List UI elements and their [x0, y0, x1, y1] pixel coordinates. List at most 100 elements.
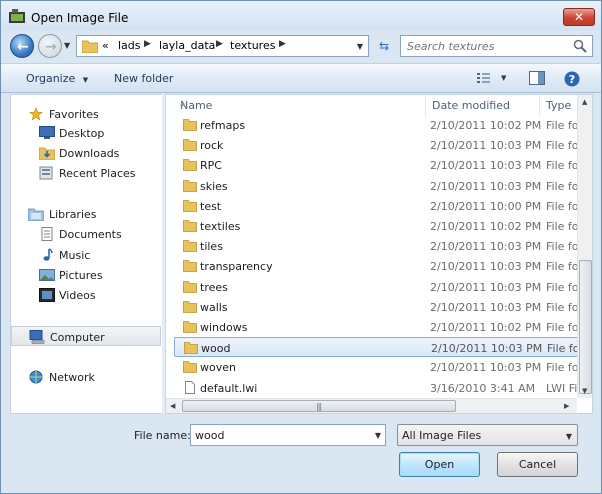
forward-arrow-icon: →: [45, 39, 57, 55]
documents-icon: [41, 227, 53, 241]
folder-icon: [183, 361, 197, 373]
nav-libraries[interactable]: Libraries: [11, 204, 161, 224]
file-row[interactable]: windows2/10/2011 10:02 PMFile folder: [174, 317, 592, 337]
desktop-icon: [39, 126, 55, 139]
nav-label: Desktop: [59, 127, 105, 140]
scroll-left-icon[interactable]: ◀: [170, 402, 175, 410]
breadcrumb-lads[interactable]: lads: [118, 39, 141, 52]
search-input[interactable]: [407, 38, 567, 54]
search-icon: [573, 39, 587, 53]
nav-documents[interactable]: Documents: [11, 224, 161, 244]
nav-label: Music: [59, 249, 91, 262]
file-name-combo[interactable]: ▼: [190, 424, 386, 446]
nav-label: Libraries: [49, 208, 97, 221]
file-row-selected[interactable]: wood2/10/2011 10:03 PMFile folder: [174, 337, 592, 357]
downloads-folder-icon: [39, 147, 55, 160]
app-icon: [9, 9, 25, 23]
nav-label: Network: [49, 371, 95, 384]
star-icon: [29, 107, 43, 121]
file-date: 2/10/2011 10:03 PM: [430, 139, 542, 152]
vertical-scroll-thumb[interactable]: [579, 260, 592, 394]
column-header-type[interactable]: Type: [540, 95, 580, 117]
chevron-down-icon[interactable]: ▼: [357, 42, 363, 51]
nav-desktop[interactable]: Desktop: [11, 123, 161, 143]
breadcrumb-textures[interactable]: textures: [230, 39, 275, 52]
column-header-name[interactable]: Name ▲: [174, 95, 426, 117]
nav-network[interactable]: Network: [11, 367, 161, 387]
nav-recent-places[interactable]: Recent Places: [11, 163, 161, 183]
title-bar[interactable]: Open Image File ✕: [1, 1, 601, 31]
file-name-input[interactable]: [195, 428, 355, 443]
file-row[interactable]: tiles2/10/2011 10:03 PMFile folder: [174, 236, 592, 256]
file-row[interactable]: rock2/10/2011 10:03 PMFile folder: [174, 135, 592, 155]
nav-music[interactable]: Music: [11, 245, 161, 265]
open-button[interactable]: Open: [399, 452, 480, 477]
file-row[interactable]: woven2/10/2011 10:03 PMFile folder: [174, 357, 592, 377]
chevron-down-icon[interactable]: ▼: [501, 74, 506, 82]
chevron-down-icon: ▼: [565, 432, 572, 441]
network-icon: [29, 370, 43, 384]
breadcrumb-overflow[interactable]: «: [102, 39, 109, 52]
file-date: 2/10/2011 10:03 PM: [430, 260, 542, 273]
file-type-filter[interactable]: All Image Files ▼: [397, 424, 578, 446]
back-button[interactable]: ←: [10, 34, 34, 58]
nav-computer[interactable]: Computer: [11, 326, 161, 346]
file-row[interactable]: RPC2/10/2011 10:03 PMFile folder: [174, 155, 592, 175]
computer-icon: [29, 330, 45, 344]
nav-pictures[interactable]: Pictures: [11, 265, 161, 285]
nav-favorites[interactable]: Favorites: [11, 104, 161, 124]
search-box[interactable]: [400, 35, 593, 57]
scroll-up-icon[interactable]: ▲: [582, 98, 587, 106]
close-button[interactable]: ✕: [563, 8, 595, 26]
forward-button[interactable]: →: [38, 34, 62, 58]
chevron-down-icon[interactable]: ▼: [375, 431, 381, 440]
vertical-scrollbar[interactable]: ▲ ▼: [577, 95, 592, 398]
file-row[interactable]: skies2/10/2011 10:03 PMFile folder: [174, 176, 592, 196]
nav-label: Videos: [59, 289, 96, 302]
folder-icon: [183, 139, 197, 151]
file-row[interactable]: transparency2/10/2011 10:03 PMFile folde…: [174, 256, 592, 276]
organize-menu[interactable]: Organize ▼: [26, 72, 88, 85]
file-row[interactable]: trees2/10/2011 10:03 PMFile folder: [174, 277, 592, 297]
folder-icon: [183, 159, 197, 171]
new-folder-button[interactable]: New folder: [114, 72, 173, 85]
scroll-down-icon[interactable]: ▼: [582, 387, 587, 395]
horizontal-scrollbar[interactable]: ◀ ||| ▶: [166, 398, 577, 413]
help-icon[interactable]: ?: [564, 71, 580, 87]
breadcrumb-separator-icon[interactable]: ▶: [216, 39, 223, 49]
breadcrumb-separator-icon[interactable]: ▶: [144, 39, 151, 49]
close-icon: ✕: [573, 10, 585, 24]
folder-icon: [183, 281, 197, 293]
recent-locations-dropdown-icon[interactable]: ▼: [64, 41, 70, 50]
file-icon: [185, 381, 195, 394]
file-name: woven: [200, 361, 236, 374]
file-row[interactable]: default.lwi 3/16/2010 3:41 AM LWI File: [174, 378, 592, 398]
folder-icon: [183, 260, 197, 272]
nav-label: Computer: [50, 331, 105, 344]
breadcrumb-separator-icon[interactable]: ▶: [279, 39, 286, 49]
file-name: textiles: [200, 220, 241, 233]
column-header-date[interactable]: Date modified: [426, 95, 540, 117]
refresh-button[interactable]: ⇆: [372, 35, 396, 57]
file-row[interactable]: textiles2/10/2011 10:02 PMFile folder: [174, 216, 592, 236]
nav-downloads[interactable]: Downloads: [11, 143, 161, 163]
address-bar[interactable]: « lads ▶ layla_data ▶ textures ▶ ▼: [76, 35, 369, 57]
file-date: 2/10/2011 10:03 PM: [430, 361, 542, 374]
column-header-label: Type: [546, 99, 572, 112]
file-row[interactable]: test2/10/2011 10:00 PMFile folder: [174, 196, 592, 216]
horizontal-scroll-thumb[interactable]: |||: [182, 400, 456, 412]
cancel-button[interactable]: Cancel: [497, 452, 578, 477]
view-options-icon[interactable]: [476, 71, 494, 85]
file-date: 2/10/2011 10:03 PM: [430, 301, 542, 314]
file-row[interactable]: refmaps2/10/2011 10:02 PMFile folder: [174, 115, 592, 135]
videos-icon: [39, 288, 55, 302]
breadcrumb-layla-data[interactable]: layla_data: [159, 39, 215, 52]
file-date: 2/10/2011 10:03 PM: [430, 240, 542, 253]
nav-videos[interactable]: Videos: [11, 285, 161, 305]
pictures-icon: [39, 269, 55, 281]
nav-label: Downloads: [59, 147, 120, 160]
file-row[interactable]: walls2/10/2011 10:03 PMFile folder: [174, 297, 592, 317]
back-arrow-icon: ←: [17, 39, 29, 55]
scroll-right-icon[interactable]: ▶: [564, 402, 569, 410]
preview-pane-icon[interactable]: [529, 71, 545, 85]
